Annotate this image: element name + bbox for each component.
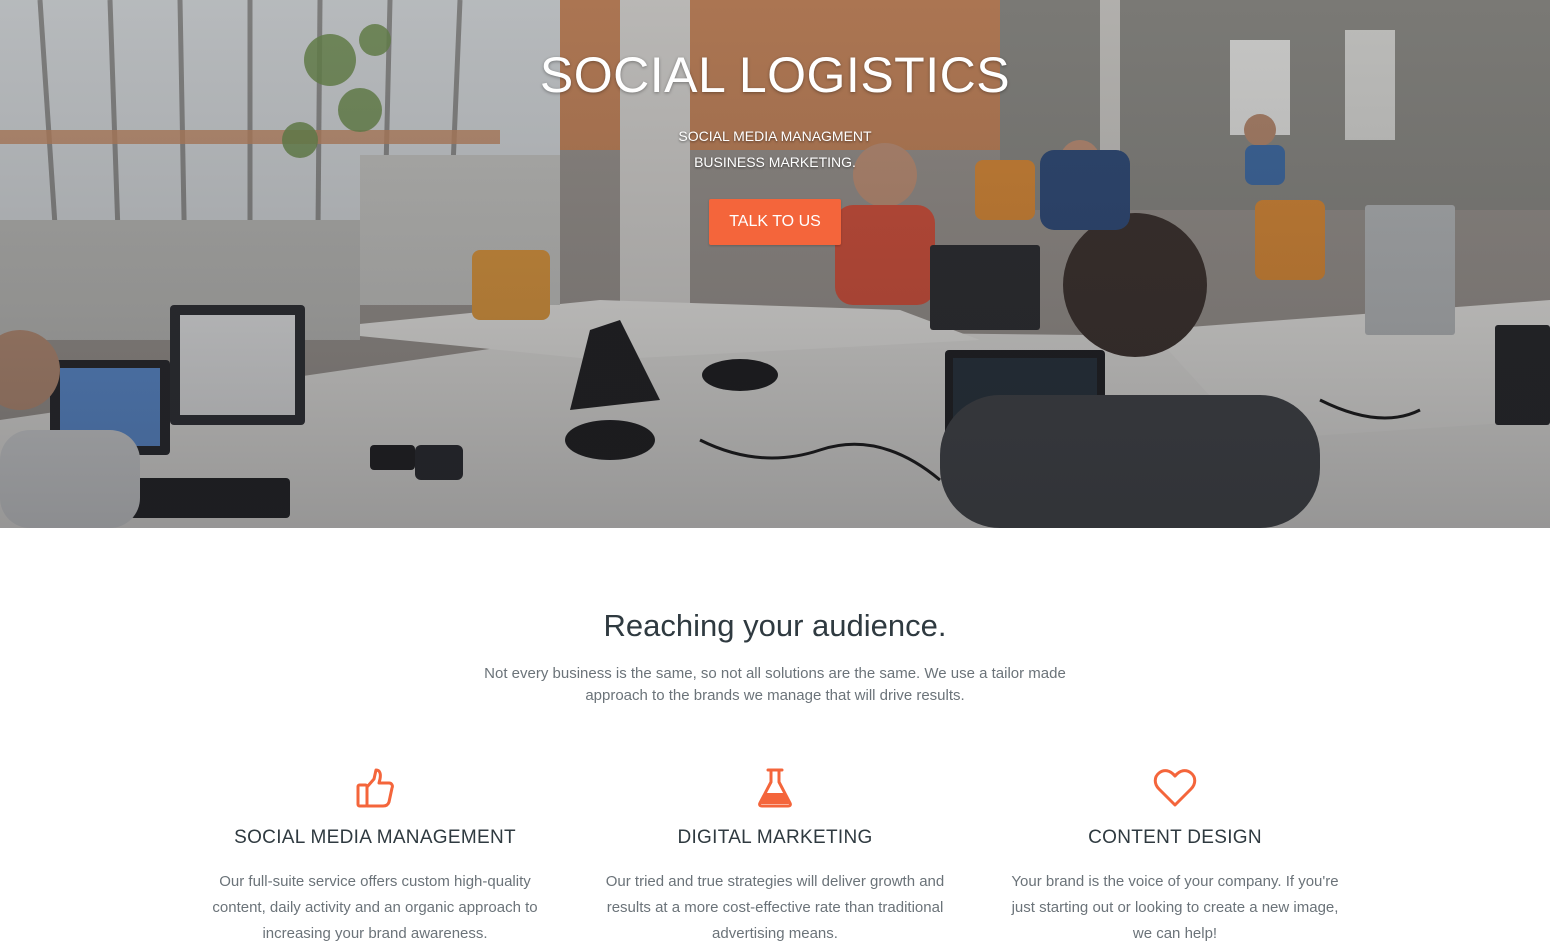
features-section: SOCIAL MEDIA MANAGEMENT Our full-suite s… bbox=[0, 765, 1550, 944]
feature-title: CONTENT DESIGN bbox=[1088, 827, 1262, 848]
hero-subtitle: SOCIAL MEDIA MANAGMENT BUSINESS MARKETIN… bbox=[0, 123, 1550, 175]
hero-subtitle-line1: SOCIAL MEDIA MANAGMENT bbox=[678, 128, 872, 144]
hero-title: SOCIAL LOGISTICS bbox=[539, 47, 1011, 103]
heart-icon bbox=[1153, 769, 1197, 807]
talk-to-us-button[interactable]: TALK TO US bbox=[709, 199, 841, 245]
feature-text: Our full-suite service offers custom hig… bbox=[212, 873, 538, 942]
flask-icon bbox=[758, 768, 792, 808]
feature-text: Our tried and true strategies will deliv… bbox=[605, 873, 945, 942]
feature-title: DIGITAL MARKETING bbox=[677, 827, 873, 848]
thumbs-up-icon bbox=[356, 768, 394, 808]
hero-section: SOCIAL LOGISTICS SOCIAL MEDIA MANAGMENT … bbox=[0, 0, 1550, 528]
feature-social-media-management: SOCIAL MEDIA MANAGEMENT Our full-suite s… bbox=[175, 765, 575, 944]
feature-title: SOCIAL MEDIA MANAGEMENT bbox=[234, 827, 516, 848]
hero-subtitle-line2: BUSINESS MARKETING. bbox=[694, 154, 856, 170]
hero-content: SOCIAL LOGISTICS SOCIAL MEDIA MANAGMENT … bbox=[0, 44, 1550, 245]
intro-title: Reaching your audience. bbox=[603, 608, 947, 643]
feature-text: Your brand is the voice of your company.… bbox=[1011, 873, 1339, 942]
intro-text: Not every business is the same, so not a… bbox=[484, 665, 1066, 704]
intro-section: Reaching your audience. Not every busine… bbox=[0, 528, 1550, 707]
feature-content-design: CONTENT DESIGN Your brand is the voice o… bbox=[975, 765, 1375, 944]
feature-digital-marketing: DIGITAL MARKETING Our tried and true str… bbox=[575, 765, 975, 944]
